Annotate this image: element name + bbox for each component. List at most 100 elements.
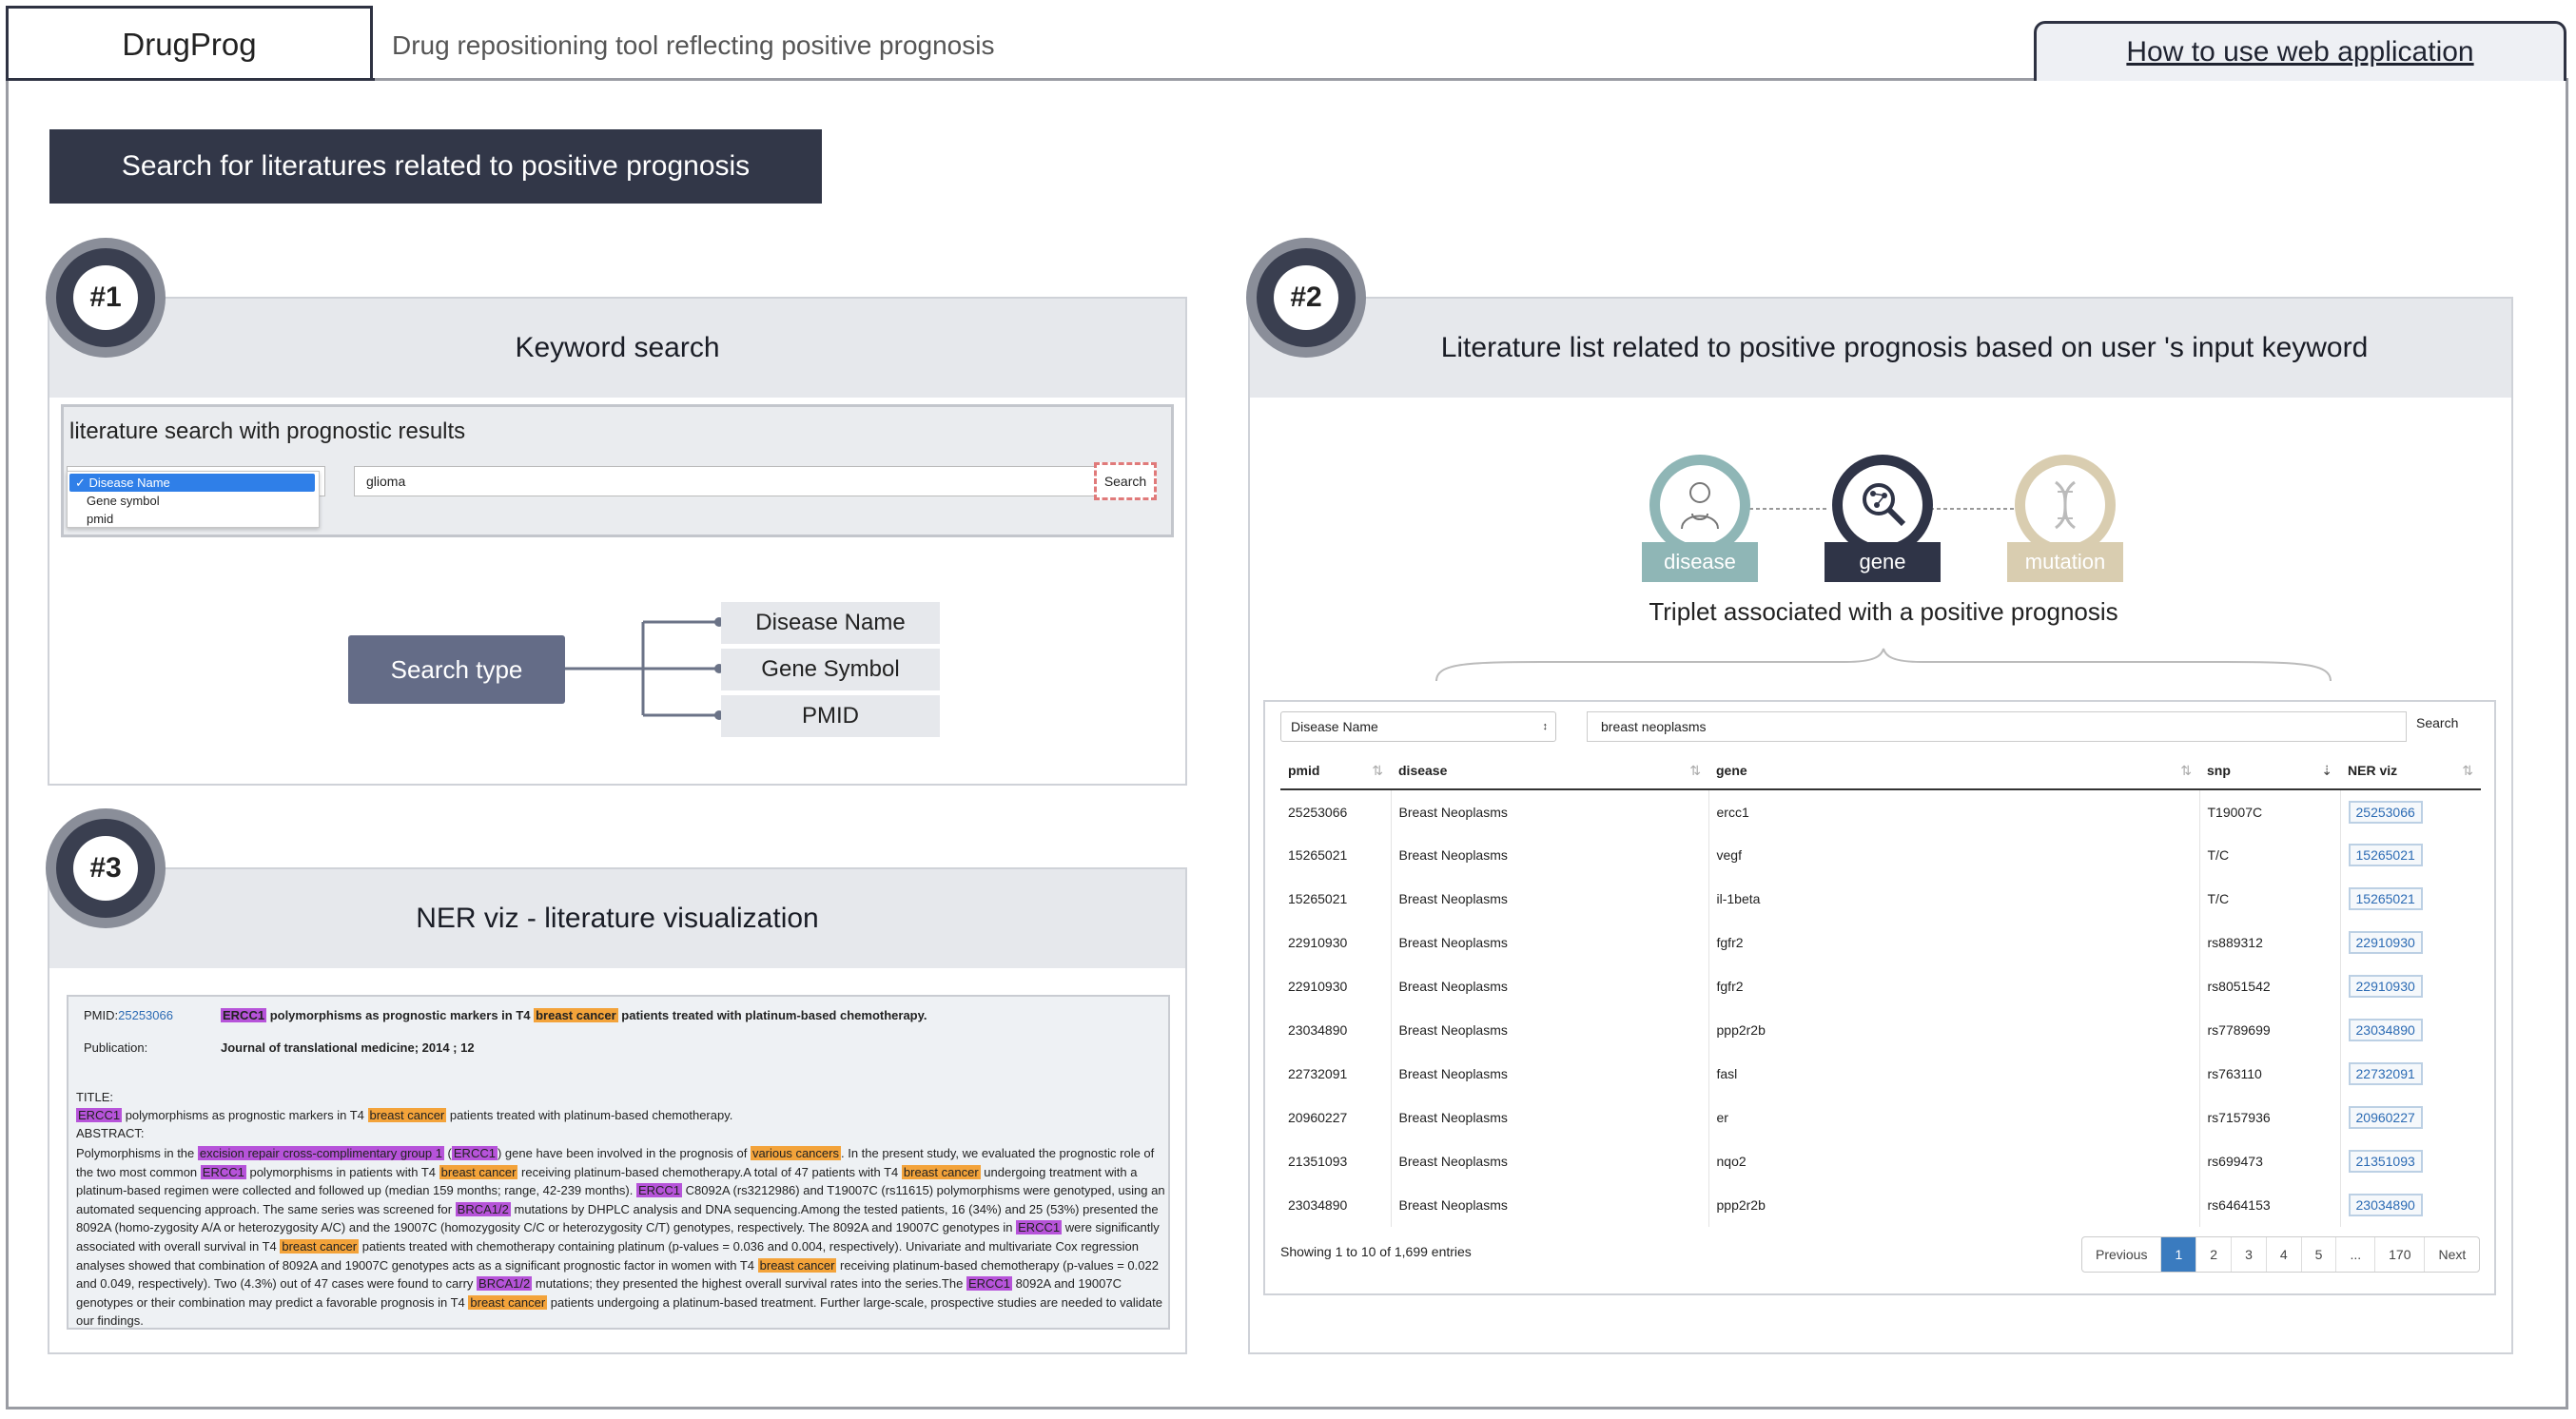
article-title: ERCC1 polymorphisms as prognostic marker… [221, 1008, 927, 1022]
gene-cell: ercc1 [1708, 789, 2200, 833]
app-title-tab[interactable]: DrugProg [6, 6, 373, 80]
pmid-cell: 22910930 [1280, 964, 1392, 1008]
dropdown-option-pmid[interactable]: pmid [68, 510, 319, 528]
pmid-cell: 15265021 [1280, 877, 1392, 921]
pmid-row: PMID:25253066 [84, 1008, 173, 1022]
snp-cell: T19007C [2199, 789, 2341, 833]
disease-highlight: breast cancer [901, 1164, 981, 1179]
pager-page[interactable]: 2 [2196, 1237, 2233, 1272]
gene-highlight: BRCA1/2 [477, 1276, 533, 1292]
disease-highlight: breast cancer [280, 1238, 360, 1254]
pager-previous[interactable]: Previous [2082, 1237, 2162, 1272]
results-table: pmid ⇅ disease ⇅ gene ⇅ snp ⇣ NER viz ⇅ 25253… [1280, 751, 2481, 1227]
ner-viz-cell: 22910930 [2340, 964, 2481, 1008]
panel-title: Literature list related to positive prog… [1440, 332, 2369, 363]
panel-title: Keyword search [515, 332, 720, 363]
ner-viz-button[interactable]: 23034890 [2348, 1019, 2423, 1041]
gene-highlight: ERCC1 [451, 1146, 498, 1160]
ner-viz-button[interactable]: 15265021 [2348, 844, 2423, 866]
column-header-snp[interactable]: snp ⇣ [2199, 751, 2340, 790]
ner-viz-cell: 23034890 [2340, 1008, 2481, 1052]
table-row: 23034890 Breast Neoplasms ppp2r2b rs7789699… [1280, 1008, 2481, 1052]
ner-viz-button[interactable]: 22910930 [2348, 975, 2423, 998]
search-type-dropdown[interactable]: ✓ Disease Name Gene symbol pmid [67, 471, 320, 528]
section-banner: Search for literatures related to positi… [49, 129, 822, 204]
ner-viz-cell: 20960227 [2340, 1096, 2481, 1139]
panel-header: Literature list related to positive prog… [1250, 299, 2511, 398]
pager-page[interactable]: 5 [2302, 1237, 2337, 1272]
ner-viz-button[interactable]: 22910930 [2348, 931, 2423, 954]
select-arrows-icon: ↕ [1542, 721, 1549, 732]
ner-viz-cell: 23034890 [2340, 1183, 2481, 1227]
app-tagline: Drug repositioning tool reflecting posit… [392, 30, 995, 60]
triplet-disease: disease [1642, 455, 1758, 597]
filter-search-button[interactable]: Search [2416, 715, 2458, 730]
column-label: gene [1716, 762, 1747, 778]
how-to-use-link[interactable]: How to use web application [2126, 36, 2473, 68]
snp-cell: T/C [2199, 877, 2341, 921]
dropdown-option-gene[interactable]: Gene symbol [68, 492, 319, 510]
text-span: patients treated with platinum-based che… [617, 1008, 927, 1022]
ner-viz-button[interactable]: 15265021 [2348, 887, 2423, 910]
column-label: snp [2207, 762, 2231, 778]
pmid-cell: 25253066 [1280, 789, 1392, 833]
step-badge-1: #1 [46, 238, 166, 358]
dropdown-option-disease[interactable]: ✓ Disease Name [69, 474, 315, 492]
filter-select[interactable]: Disease Name ↕ [1280, 711, 1556, 742]
column-header-disease[interactable]: disease ⇅ [1391, 751, 1708, 790]
filter-input[interactable]: breast neoplasms [1587, 711, 2407, 742]
ner-viz-button[interactable]: 20960227 [2348, 1106, 2423, 1129]
gene-highlight: excision repair cross-complimentary grou… [197, 1146, 444, 1160]
search-button[interactable]: Search [1094, 462, 1157, 500]
disease-cell: Breast Neoplasms [1391, 1096, 1709, 1139]
text-span: patients treated with platinum-based che… [446, 1108, 733, 1122]
search-type-disease: Disease Name [721, 602, 940, 644]
gene-highlight: ERCC1 [635, 1183, 683, 1198]
gene-cell: ppp2r2b [1708, 1183, 2200, 1227]
pager-page[interactable]: 170 [2375, 1237, 2426, 1272]
badge-label: #2 [1274, 265, 1338, 330]
title-label: TITLE: [76, 1090, 114, 1104]
pager-next[interactable]: Next [2425, 1237, 2479, 1272]
snp-cell: T/C [2199, 833, 2341, 877]
keyword-input[interactable]: glioma [354, 466, 1096, 496]
pmid-cell: 21351093 [1280, 1139, 1392, 1183]
text-span: polymorphisms as prognostic markers in T… [122, 1108, 368, 1122]
ner-viz-button[interactable]: 23034890 [2348, 1194, 2423, 1216]
pager-page[interactable]: 4 [2267, 1237, 2302, 1272]
gene-highlight: ERCC1 [966, 1276, 1013, 1292]
ner-viz-cell: 25253066 [2340, 789, 2481, 833]
ner-viz-button[interactable]: 21351093 [2348, 1150, 2423, 1173]
column-header-nerviz[interactable]: NER viz ⇅ [2340, 751, 2481, 790]
ner-viz-button[interactable]: 25253066 [2348, 800, 2423, 824]
table-row: 15265021 Breast Neoplasms vegf T/C 15265021 [1280, 833, 2481, 877]
disease-cell: Breast Neoplasms [1391, 1139, 1709, 1183]
pmid-cell: 15265021 [1280, 833, 1392, 877]
column-header-pmid[interactable]: pmid ⇅ [1280, 751, 1391, 790]
pmid-cell: 23034890 [1280, 1183, 1392, 1227]
disease-highlight: breast cancer [439, 1164, 518, 1179]
disease-cell: Breast Neoplasms [1391, 789, 1709, 833]
snp-cell: rs6464153 [2199, 1183, 2341, 1227]
ner-viz-cell: 22910930 [2340, 921, 2481, 964]
text-span: Polymorphisms in the [76, 1146, 198, 1160]
column-header-gene[interactable]: gene ⇅ [1708, 751, 2199, 790]
text-span: ( [443, 1146, 452, 1160]
table-row: 22732091 Breast Neoplasms fasl rs763110 2273… [1280, 1052, 2481, 1096]
title-text: ERCC1 polymorphisms as prognostic marker… [76, 1108, 732, 1122]
table-row: 22910930 Breast Neoplasms fgfr2 rs8051542 22… [1280, 964, 2481, 1008]
disease-cell: Breast Neoplasms [1391, 1008, 1709, 1052]
option-label: Disease Name [88, 476, 170, 490]
ner-viz-button[interactable]: 22732091 [2348, 1062, 2423, 1085]
pager-page[interactable]: 3 [2232, 1237, 2267, 1272]
filter-select-value: Disease Name [1291, 719, 1378, 734]
panel-title: NER viz - literature visualization [416, 903, 819, 934]
pager-page[interactable]: 1 [2161, 1237, 2197, 1272]
text-span: ) gene have been involved in the prognos… [497, 1146, 751, 1160]
pmid-link[interactable]: 25253066 [118, 1008, 173, 1022]
table-row: 25253066 Breast Neoplasms ercc1 T19007C 2525… [1280, 789, 2481, 833]
how-to-use-tab[interactable]: How to use web application [2034, 21, 2566, 81]
step-badge-2: #2 [1246, 238, 1366, 358]
publication-value: Journal of translational medicine; 2014 … [221, 1040, 475, 1055]
pmid-cell: 20960227 [1280, 1096, 1392, 1139]
